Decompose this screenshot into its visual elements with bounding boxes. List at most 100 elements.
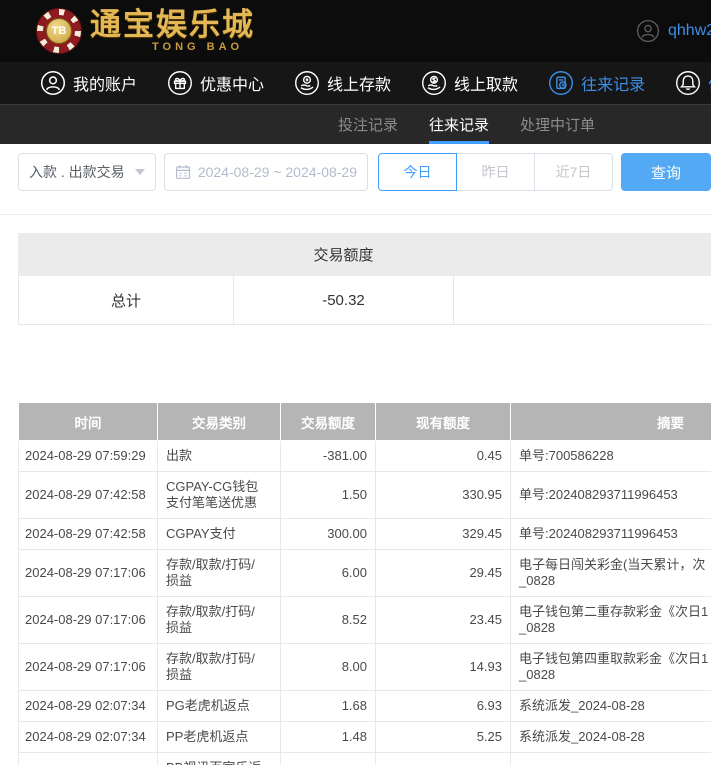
table-row: 2024-08-29 07:42:58 CGPAY-CG钱包 支付笔笔送优惠 1… bbox=[19, 472, 711, 519]
table-row: 2024-08-29 02:07:34 BB视讯百家乐返 点 3.50 3.77… bbox=[19, 753, 711, 765]
cell-balance: 5.25 bbox=[376, 722, 511, 753]
avatar-icon bbox=[636, 19, 660, 43]
brand-text: 通宝娱乐城 TONG BAO bbox=[90, 9, 255, 53]
date-range-input[interactable]: 2024-08-29 ~ 2024-08-29 bbox=[164, 153, 368, 191]
filter-bar: 入款 . 出款交易 2024-08-29 ~ 2024-08-29 今日 昨日 … bbox=[0, 144, 711, 215]
brand-title: 通宝娱乐城 bbox=[90, 9, 255, 40]
transaction-records-page: TB 通宝娱乐城 TONG BAO qhhw2 bbox=[0, 0, 711, 765]
search-button[interactable]: 查询 bbox=[621, 153, 711, 191]
cell-balance: 23.45 bbox=[376, 597, 511, 644]
cell-time: 2024-08-29 02:07:34 bbox=[19, 753, 158, 765]
tab-processing-orders[interactable]: 处理中订单 bbox=[520, 105, 595, 144]
col-header-summary: 摘要 bbox=[511, 403, 711, 441]
main-navigation: 我的账户 优惠中心 线上存款 bbox=[0, 62, 711, 104]
summary-total-value: -50.32 bbox=[234, 276, 454, 325]
brand-logo[interactable]: TB 通宝娱乐城 TONG BAO bbox=[36, 8, 255, 54]
cell-time: 2024-08-29 02:07:34 bbox=[19, 722, 158, 753]
summary-header-empty bbox=[19, 234, 234, 276]
cell-summary: 电子钱包第二重存款彩金《次日1 _0828 bbox=[511, 597, 711, 644]
table-row: 2024-08-29 02:07:34 PP老虎机返点 1.48 5.25 系统… bbox=[19, 722, 711, 753]
username-link[interactable]: qhhw2 bbox=[668, 22, 711, 40]
records-section: 时间 交易类别 交易额度 现有额度 摘要 2024-08-29 07:59:29… bbox=[18, 402, 711, 765]
table-row: 2024-08-29 07:17:06 存款/取款/打码/ 损益 6.00 29… bbox=[19, 550, 711, 597]
poker-chip-icon: TB bbox=[36, 8, 82, 54]
cell-summary: 系统派发_2024-08-28 bbox=[511, 753, 711, 765]
summary-header-amount: 交易额度 bbox=[234, 234, 454, 276]
cell-summary: 单号:202408293711996453 bbox=[511, 472, 711, 519]
bell-icon bbox=[675, 70, 701, 96]
nav-item-messages[interactable]: 信 bbox=[675, 70, 711, 96]
cell-balance: 3.77 bbox=[376, 753, 511, 765]
nav-label: 线上取款 bbox=[454, 71, 518, 95]
table-row: 2024-08-29 02:07:34 PG老虎机返点 1.68 6.93 系统… bbox=[19, 691, 711, 722]
cell-balance: 6.93 bbox=[376, 691, 511, 722]
nav-label: 我的账户 bbox=[73, 71, 137, 95]
cell-amount: 8.00 bbox=[281, 644, 376, 691]
cell-summary: 电子每日闯关彩金(当天累计，次 _0828 bbox=[511, 550, 711, 597]
nav-item-records[interactable]: 往来记录 bbox=[548, 70, 645, 96]
cell-time: 2024-08-29 07:42:58 bbox=[19, 519, 158, 550]
cell-type: 存款/取款/打码/ 损益 bbox=[158, 597, 281, 644]
nav-item-withdraw[interactable]: 线上取款 bbox=[421, 70, 518, 96]
cell-time: 2024-08-29 07:42:58 bbox=[19, 472, 158, 519]
cell-type: BB视讯百家乐返 点 bbox=[158, 753, 281, 765]
cell-balance: 0.45 bbox=[376, 441, 511, 472]
cell-type: PG老虎机返点 bbox=[158, 691, 281, 722]
summary-table: 交易额度 总计 -50.32 bbox=[18, 233, 711, 325]
cell-amount: 8.52 bbox=[281, 597, 376, 644]
cell-summary: 单号:202408293711996453 bbox=[511, 519, 711, 550]
chip-tb-label: TB bbox=[46, 18, 72, 44]
transaction-type-value: 入款 . 出款交易 bbox=[29, 162, 125, 182]
cell-type: CGPAY-CG钱包 支付笔笔送优惠 bbox=[158, 472, 281, 519]
yesterday-button[interactable]: 昨日 bbox=[456, 153, 535, 191]
nav-item-my-account[interactable]: 我的账户 bbox=[40, 70, 137, 96]
col-header-time: 时间 bbox=[19, 403, 158, 441]
summary-empty-cell bbox=[454, 276, 711, 325]
tab-betting-records[interactable]: 投注记录 bbox=[338, 105, 398, 144]
summary-section: 交易额度 总计 -50.32 bbox=[18, 233, 711, 325]
records-table: 时间 交易类别 交易额度 现有额度 摘要 2024-08-29 07:59:29… bbox=[18, 402, 711, 765]
nav-item-deposit[interactable]: 线上存款 bbox=[294, 70, 391, 96]
cell-amount: 1.50 bbox=[281, 472, 376, 519]
cell-balance: 29.45 bbox=[376, 550, 511, 597]
today-button[interactable]: 今日 bbox=[378, 153, 457, 191]
cell-time: 2024-08-29 07:17:06 bbox=[19, 550, 158, 597]
brand-subtitle: TONG BAO bbox=[152, 42, 255, 53]
chevron-down-icon bbox=[135, 169, 145, 175]
gift-icon bbox=[167, 70, 193, 96]
cell-summary: 单号:700586228 bbox=[511, 441, 711, 472]
cell-amount: -381.00 bbox=[281, 441, 376, 472]
cell-summary: 电子钱包第四重取款彩金《次日1 _0828 bbox=[511, 644, 711, 691]
nav-item-promotions[interactable]: 优惠中心 bbox=[167, 70, 264, 96]
tab-transaction-records[interactable]: 往来记录 bbox=[429, 105, 489, 144]
cell-type: PP老虎机返点 bbox=[158, 722, 281, 753]
quick-date-button-group: 今日 昨日 近7日 bbox=[378, 153, 613, 191]
transaction-type-select[interactable]: 入款 . 出款交易 bbox=[18, 153, 156, 191]
nav-label: 线上存款 bbox=[327, 71, 391, 95]
cell-time: 2024-08-29 02:07:34 bbox=[19, 691, 158, 722]
cell-balance: 329.45 bbox=[376, 519, 511, 550]
cell-time: 2024-08-29 07:17:06 bbox=[19, 597, 158, 644]
col-header-balance: 现有额度 bbox=[376, 403, 511, 441]
cell-type: 存款/取款/打码/ 损益 bbox=[158, 644, 281, 691]
user-icon bbox=[40, 70, 66, 96]
cell-type: 存款/取款/打码/ 损益 bbox=[158, 550, 281, 597]
cell-balance: 330.95 bbox=[376, 472, 511, 519]
calendar-icon bbox=[175, 164, 191, 180]
records-icon bbox=[548, 70, 574, 96]
records-header-row: 时间 交易类别 交易额度 现有额度 摘要 bbox=[19, 403, 711, 441]
cell-type: CGPAY支付 bbox=[158, 519, 281, 550]
records-tab-bar: 投注记录 往来记录 处理中订单 bbox=[0, 104, 711, 144]
cell-balance: 14.93 bbox=[376, 644, 511, 691]
table-row: 2024-08-29 07:17:06 存款/取款/打码/ 损益 8.52 23… bbox=[19, 597, 711, 644]
cell-amount: 3.50 bbox=[281, 753, 376, 765]
withdraw-icon bbox=[421, 70, 447, 96]
account-area: qhhw2 bbox=[636, 0, 711, 62]
cell-summary: 系统派发_2024-08-28 bbox=[511, 722, 711, 753]
last-7-days-button[interactable]: 近7日 bbox=[534, 153, 613, 191]
cell-amount: 6.00 bbox=[281, 550, 376, 597]
table-row: 2024-08-29 07:17:06 存款/取款/打码/ 损益 8.00 14… bbox=[19, 644, 711, 691]
summary-header-empty2 bbox=[454, 234, 711, 276]
summary-total-label: 总计 bbox=[19, 276, 234, 325]
cell-amount: 1.48 bbox=[281, 722, 376, 753]
